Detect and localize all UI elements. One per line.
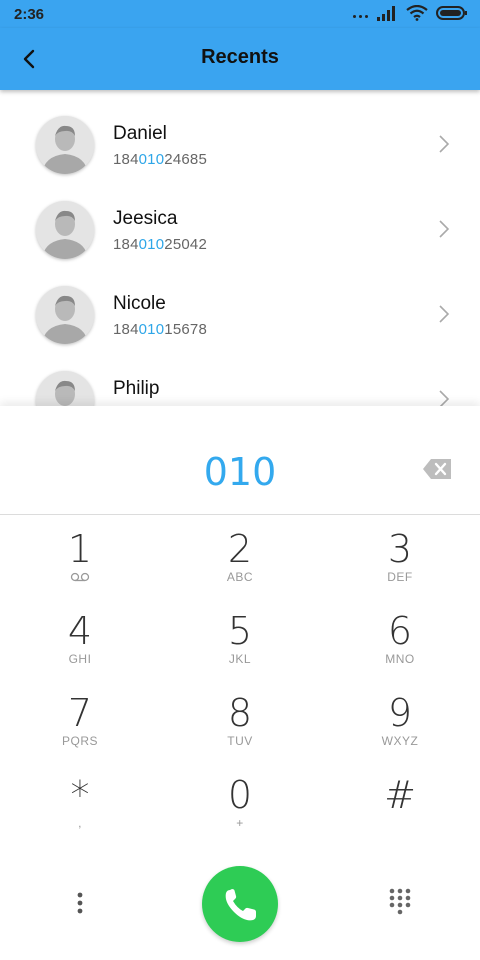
voicemail-icon xyxy=(70,572,90,582)
key-letters: DEF xyxy=(387,570,413,584)
key-digit: 5 xyxy=(227,609,253,653)
key-digit: 4 xyxy=(67,609,93,653)
key-letters: GHI xyxy=(68,652,92,666)
chevron-right-icon xyxy=(439,220,450,238)
wifi-icon xyxy=(406,5,428,21)
dial-key-hash[interactable]: # xyxy=(340,774,460,848)
contact-name: Philip xyxy=(113,378,160,399)
key-letters: TUV xyxy=(227,734,253,748)
dialpad-toggle-icon[interactable] xyxy=(388,887,412,917)
avatar xyxy=(36,371,94,407)
dial-key-star[interactable]: * , xyxy=(20,774,140,848)
dial-key-7[interactable]: 7 PQRS xyxy=(20,692,140,766)
contact-row-nicole[interactable]: Nicole 18401015678 xyxy=(0,265,480,350)
chevron-right-icon xyxy=(439,135,450,153)
battery-icon xyxy=(436,6,467,20)
status-bar: 2:36 xyxy=(0,0,480,28)
key-digit: 6 xyxy=(387,609,413,653)
dial-key-1[interactable]: 1 xyxy=(20,528,140,602)
signal-icon xyxy=(377,6,395,21)
phone-icon xyxy=(225,889,256,921)
dialed-number-display[interactable]: 010 xyxy=(0,450,480,494)
key-digit: 8 xyxy=(227,691,253,735)
dial-key-4[interactable]: 4 GHI xyxy=(20,610,140,684)
key-digit: 7 xyxy=(67,691,93,735)
dial-key-2[interactable]: 2 ABC xyxy=(180,528,300,602)
key-digit: 1 xyxy=(67,527,93,571)
key-letters: JKL xyxy=(228,652,252,666)
app-bar: Recents xyxy=(0,28,480,90)
key-digit: 9 xyxy=(387,691,413,735)
dial-key-5[interactable]: 5 JKL xyxy=(180,610,300,684)
page-title: Recents xyxy=(201,46,279,68)
dial-key-8[interactable]: 8 TUV xyxy=(180,692,300,766)
contact-number: 18401024685 xyxy=(113,151,207,168)
avatar xyxy=(36,286,94,344)
contact-number: 18401025042 xyxy=(113,236,207,253)
contact-name: Nicole xyxy=(113,293,166,314)
dial-key-6[interactable]: 6 MNO xyxy=(340,610,460,684)
dial-key-3[interactable]: 3 DEF xyxy=(340,528,460,602)
more-options-icon[interactable] xyxy=(70,891,90,915)
recents-list: Daniel 18401024685 Jeesica 18401025042 N… xyxy=(0,95,480,407)
key-digit: # xyxy=(384,773,416,817)
key-letters: + xyxy=(236,816,244,830)
key-letters: WXYZ xyxy=(381,734,419,748)
person-icon xyxy=(36,116,94,174)
backspace-icon[interactable] xyxy=(422,458,452,480)
key-letters: , xyxy=(78,816,82,830)
status-time: 2:36 xyxy=(14,6,45,23)
key-digit: * xyxy=(70,773,90,817)
contact-number: 18401015678 xyxy=(113,321,207,338)
chevron-right-icon xyxy=(439,305,450,323)
dial-key-0[interactable]: 0 + xyxy=(180,774,300,848)
key-letters: PQRS xyxy=(61,734,98,748)
person-icon xyxy=(36,201,94,259)
contact-row-philip[interactable]: Philip xyxy=(0,350,480,407)
more-notifications-icon xyxy=(353,14,368,18)
divider xyxy=(0,514,480,515)
call-button[interactable] xyxy=(202,866,278,942)
chevron-right-icon xyxy=(439,390,450,407)
avatar xyxy=(36,116,94,174)
key-letters: ABC xyxy=(226,570,254,584)
contact-row-jeesica[interactable]: Jeesica 18401025042 xyxy=(0,180,480,265)
key-digit: 0 xyxy=(227,773,253,817)
contact-row-daniel[interactable]: Daniel 18401024685 xyxy=(0,95,480,180)
key-digit: 2 xyxy=(227,527,253,571)
person-icon xyxy=(36,286,94,344)
status-icons xyxy=(353,5,468,21)
dial-key-9[interactable]: 9 WXYZ xyxy=(340,692,460,766)
contact-name: Jeesica xyxy=(113,208,178,229)
avatar xyxy=(36,201,94,259)
key-digit: 3 xyxy=(387,527,413,571)
key-letters: MNO xyxy=(385,652,415,666)
contact-name: Daniel xyxy=(113,123,167,144)
person-icon xyxy=(36,371,94,407)
